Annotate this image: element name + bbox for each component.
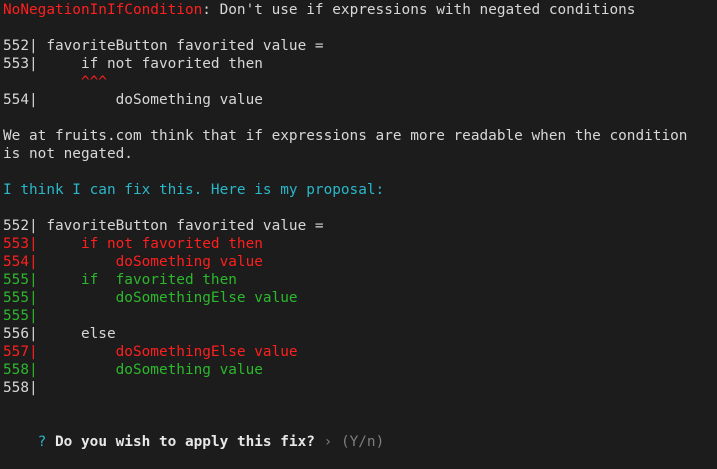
terminal-line: 556| else xyxy=(3,325,717,343)
terminal-text-segment: 552| favoriteButton favorited value = xyxy=(3,218,324,234)
terminal-output: NoNegationInIfCondition: Don't use if ex… xyxy=(3,1,717,415)
terminal-line: NoNegationInIfCondition: Don't use if ex… xyxy=(3,1,717,19)
terminal-line: 557| doSomethingElse value xyxy=(3,343,717,361)
apply-fix-prompt[interactable]: ? Do you wish to apply this fix? › (Y/n) xyxy=(3,415,717,450)
terminal-text-segment: 553| if not favorited then xyxy=(3,236,263,252)
terminal-line: 558| doSomething value xyxy=(3,361,717,379)
terminal-line: 554| doSomething value xyxy=(3,253,717,271)
terminal-line: 554| doSomething value xyxy=(3,91,717,109)
terminal-text-segment: 553| if not favorited then xyxy=(3,56,263,72)
terminal-text-segment: 554| doSomething value xyxy=(3,92,263,108)
terminal-text-segment: 556| else xyxy=(3,326,116,342)
prompt-choices[interactable]: (Y/n) xyxy=(341,433,384,451)
terminal-text-segment: 555| if favorited then xyxy=(3,272,237,288)
terminal-text-segment: 555| doSomethingElse value xyxy=(3,290,298,306)
terminal-line: 555| xyxy=(3,307,717,325)
terminal-text-segment: 558| doSomething value xyxy=(3,362,263,378)
prompt-question-text: Do you wish to apply this fix? xyxy=(55,434,315,450)
terminal-text-segment: We at fruits.com think that if expressio… xyxy=(3,128,688,144)
terminal-text-segment: is not negated. xyxy=(3,146,133,162)
terminal-line: 553| if not favorited then xyxy=(3,235,717,253)
prompt-arrow-icon: › xyxy=(323,434,333,450)
terminal-text-segment: 557| doSomethingElse value xyxy=(3,344,298,360)
terminal-text-segment: 554| doSomething value xyxy=(3,254,263,270)
terminal-text-segment: 558| xyxy=(3,380,38,396)
terminal-text-segment: NoNegationInIfCondition xyxy=(3,2,203,18)
terminal-line: 552| favoriteButton favorited value = xyxy=(3,217,717,235)
terminal-line: 555| doSomethingElse value xyxy=(3,289,717,307)
terminal-text-segment: 555| xyxy=(3,308,38,324)
terminal-text-segment: 552| favoriteButton favorited value = xyxy=(3,38,324,54)
terminal-text-segment: ^^^ xyxy=(3,74,107,90)
prompt-question-mark: ? xyxy=(37,434,47,450)
terminal-line: 555| if favorited then xyxy=(3,271,717,289)
terminal-line: ^^^ xyxy=(3,73,717,91)
terminal-line: I think I can fix this. Here is my propo… xyxy=(3,181,717,199)
terminal-line: 553| if not favorited then xyxy=(3,55,717,73)
terminal-line: We at fruits.com think that if expressio… xyxy=(3,127,717,145)
terminal-text-segment: I think I can fix this. Here is my propo… xyxy=(3,182,385,198)
terminal-window: NoNegationInIfCondition: Don't use if ex… xyxy=(0,0,717,450)
terminal-line: 552| favoriteButton favorited value = xyxy=(3,37,717,55)
terminal-line: is not negated. xyxy=(3,145,717,163)
terminal-line: 558| xyxy=(3,379,717,397)
terminal-text-segment: : Don't use if expressions with negated … xyxy=(202,2,636,18)
